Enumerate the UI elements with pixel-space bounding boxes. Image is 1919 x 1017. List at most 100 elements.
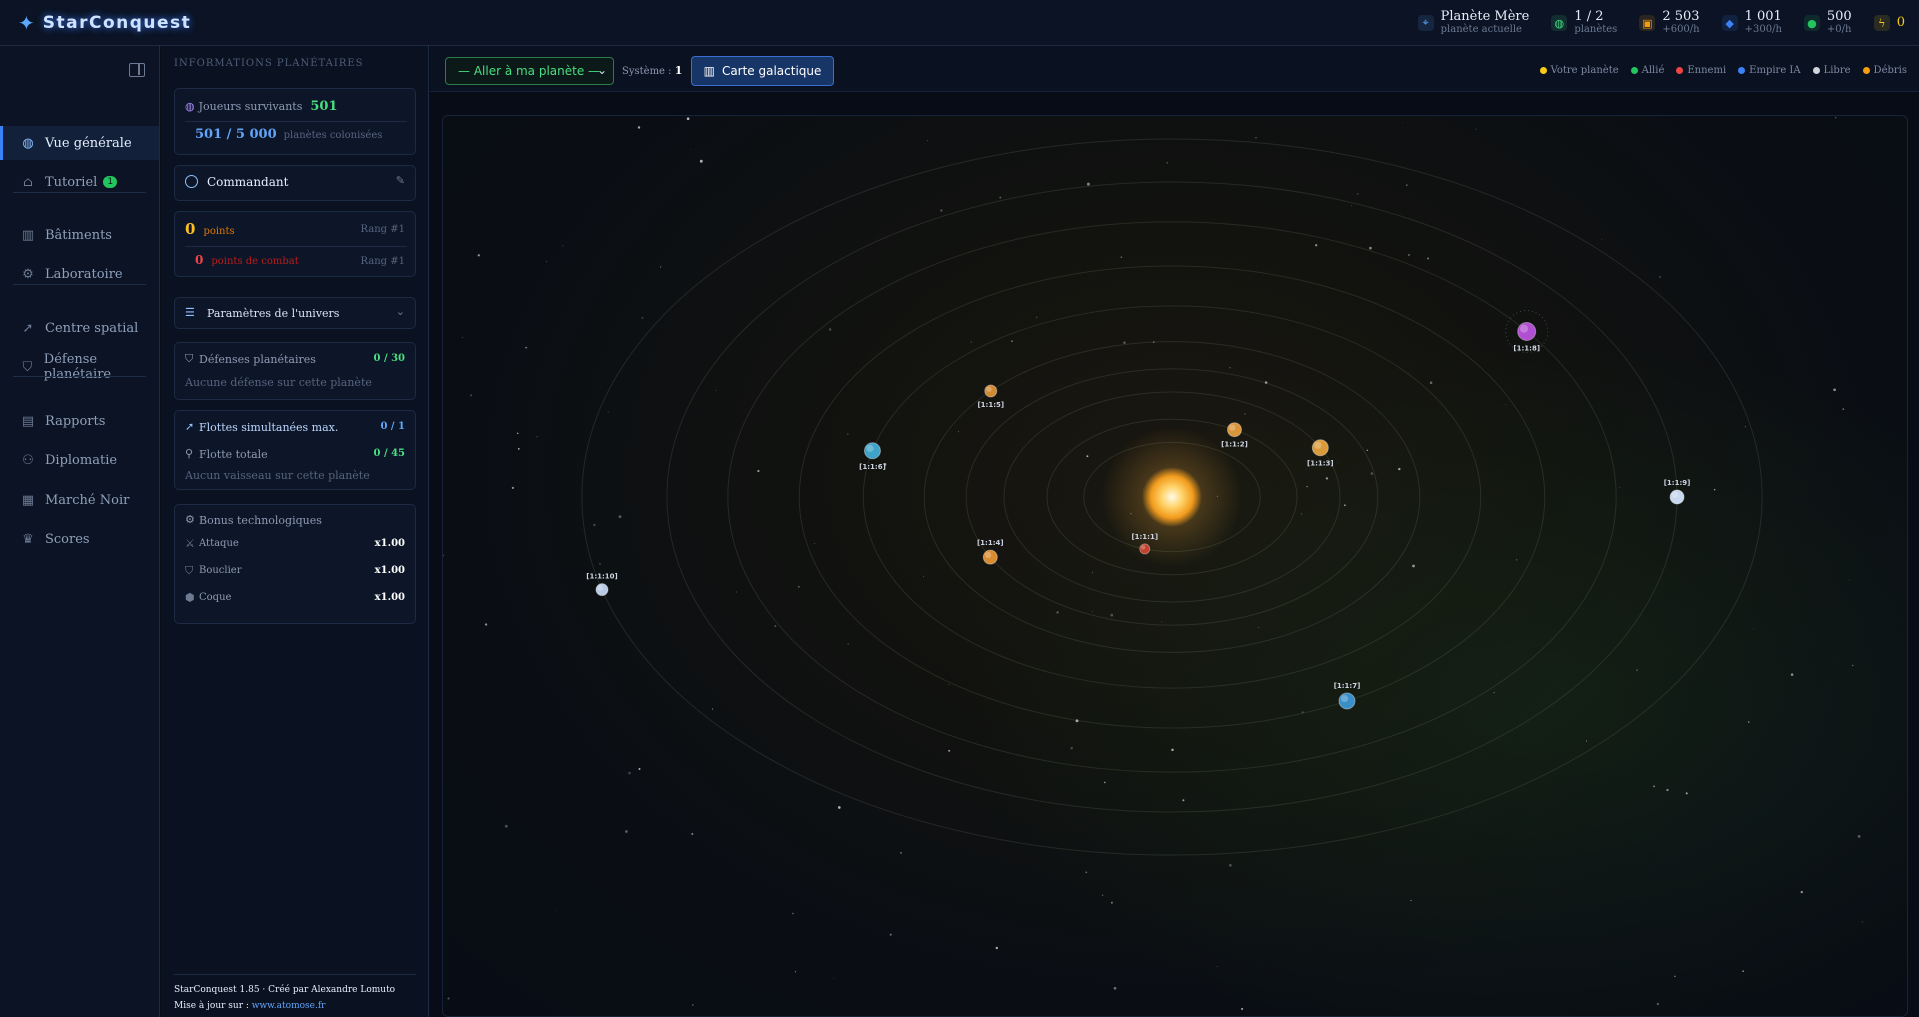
planet-label: [1:1:6] [859,463,886,471]
star [837,806,841,809]
star [593,523,596,527]
star [948,684,950,686]
star [1586,740,1588,742]
resource-energy[interactable]: ϟ0 [1873,15,1905,31]
star [828,328,832,331]
sidebar-item-label: Défense planétaire [43,352,112,382]
location-pin-icon: ⌖ [1417,15,1434,31]
trophy-icon: ♛ [22,531,34,547]
bonus-value: x1.00 [374,538,405,549]
app-logo[interactable]: ✦ StarConquest [18,11,191,35]
star [1085,871,1088,874]
star [686,117,690,121]
resource-deuterium[interactable]: ● 500 +0/h [1803,10,1852,36]
sidebar-item-bâtiments[interactable]: ▥ Bâtiments [0,218,159,252]
sidebar-item-label: Diplomatie [45,452,118,468]
system-toolbar: — Aller à ma planète — ⌄ Système : 1 ▥ C… [430,46,1919,92]
star [1241,1007,1244,1010]
top-header: ✦ StarConquest ⌖ Planète Mère planète actu… [0,0,1919,46]
solar-system-map[interactable]: [1:1:1] [1:1:2] [1:1:3] [1:1:4] [1:1:5] [1:1:… [442,115,1908,1017]
star [1842,408,1845,410]
sidebar-item-défense-planétaire[interactable]: ⛉ Défense planétaire [0,350,159,384]
star [948,749,951,752]
star [1505,404,1507,405]
star [1674,975,1676,978]
star [536,436,538,438]
star [1713,488,1716,491]
sidebar-item-scores[interactable]: ♛ Scores [0,522,159,556]
star [1427,257,1430,260]
universe-settings-toggle[interactable]: ☰ Paramètres de l'univers ⌄ [174,297,416,329]
sidebar-item-marché-noir[interactable]: ▦ Marché Noir [0,483,159,517]
star [638,767,641,771]
sidebar-item-diplomatie[interactable]: ⚇ Diplomatie [0,443,159,477]
star [1229,366,1231,369]
star [1357,193,1359,195]
resource-planets[interactable]: ◍ 1 / 2 planètes [1551,10,1617,36]
star [1857,834,1861,838]
colonized-label: planètes colonisées [283,130,383,141]
edit-pencil-icon[interactable]: ✎ [396,174,405,187]
star [447,997,450,1000]
resource-planet[interactable]: ⌖ Planète Mère planète actuelle [1417,10,1529,36]
rocket-icon: ➚ [22,320,34,336]
cpu-icon: ⚙ [22,266,34,282]
star [735,591,738,593]
buildings-icon: ▥ [21,227,35,243]
star [555,910,557,912]
user-circle-icon [185,175,198,188]
star [1852,664,1854,667]
star [1493,691,1495,694]
star [1653,785,1656,788]
bonus-value: x1.00 [374,592,405,603]
legend-label: Libre [1823,65,1851,76]
star [1035,316,1038,319]
resource-sub: planète actuelle [1440,24,1522,35]
system-label: Système : [622,66,672,77]
app-title: StarConquest [42,12,192,33]
points-card: 0 points Rang #1 0 points de combat Rang… [174,211,416,277]
planet-label: [1:1:9] [1664,479,1691,487]
star [1301,513,1303,515]
galaxy-map-button[interactable]: ▥ Carte galactique [691,56,834,86]
star [1659,276,1661,278]
star [927,140,928,142]
resource-sub: +300/h [1744,24,1782,35]
legend-label: Allié [1641,65,1665,76]
star [1104,781,1106,784]
resource-crystal[interactable]: ◆ 1 001 +300/h [1721,10,1782,36]
star [1070,746,1073,750]
defenses-value: 0 / 30 [373,353,406,364]
star [517,448,520,450]
droplet-icon: ● [1803,15,1820,31]
legend-dot-icon [1539,67,1547,74]
legend-item: Libre [1812,65,1851,76]
star [525,346,528,349]
resource-metal[interactable]: ▣ 2 503 +600/h [1639,10,1700,36]
globe-icon: ◍ [22,135,34,151]
sidebar-item-vue-générale[interactable]: ◍ Vue générale [0,126,159,160]
star [477,254,480,257]
footer-link[interactable]: www.atomose.fr [252,1001,326,1011]
system-canvas: [1:1:1] [1:1:2] [1:1:3] [1:1:4] [1:1:5] [1:1:… [443,116,1907,1016]
sun-icon [1142,467,1202,527]
resource-sub: +0/h [1826,24,1852,35]
legend-dot-icon [1630,67,1638,74]
star [660,266,662,268]
star [889,933,892,936]
fleet-total-value: 0 / 45 [373,448,406,459]
goto-planet-select[interactable]: — Aller à ma planète — ⌄ [445,57,614,85]
star [691,833,694,835]
chevron-down-icon: ⌄ [596,63,607,77]
sidebar-item-tutoriel[interactable]: ⌂ Tutoriel 1 [0,165,159,199]
map-legend: Votre planète Allié Ennemi Empire IA Libre Dé… [1539,65,1907,76]
star [1475,128,1477,130]
sidebar-item-centre-spatial[interactable]: ➚ Centre spatial [0,311,159,345]
star [1790,673,1794,676]
sidebar-item-rapports[interactable]: ▤ Rapports [0,404,159,438]
star [757,469,760,473]
sidebar-item-laboratoire[interactable]: ⚙ Laboratoire [0,257,159,291]
sidebar-toggle-icon[interactable] [129,63,145,77]
commander-card[interactable]: Commandant ✎ [174,165,416,201]
star [958,431,959,433]
